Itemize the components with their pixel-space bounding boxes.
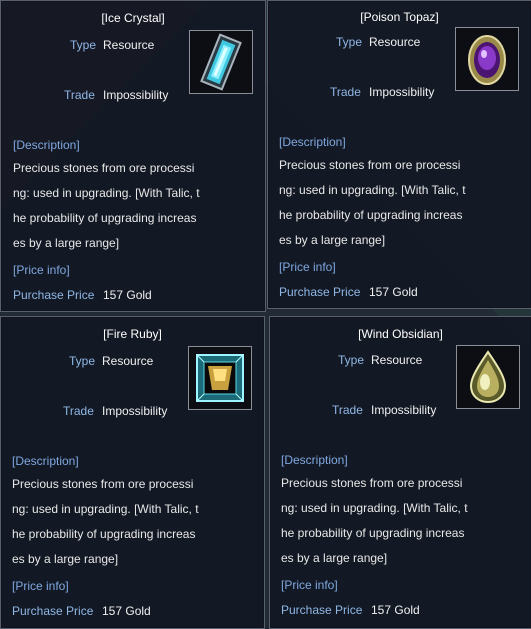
description-line: he probability of upgrading increas (279, 208, 463, 222)
type-value: Resource (102, 354, 154, 368)
item-tooltip-fire-ruby: [Fire Ruby] Type Resource Trade Impossib… (0, 316, 265, 629)
item-tooltip-wind-obsidian: [Wind Obsidian] Type Resource Trade Impo… (269, 316, 531, 629)
description-heading: [Description] (281, 453, 348, 467)
purchase-price-value: 157 Gold (369, 285, 418, 299)
trade-value: Impossibility (369, 85, 435, 99)
purchase-price-label: Purchase Price (13, 288, 95, 302)
type-label: Type (336, 35, 363, 49)
description-line: Precious stones from ore processi (279, 158, 461, 172)
description-text: Precious stones from ore processi ng: use… (279, 153, 466, 253)
description-line: es by a large range] (13, 236, 120, 250)
fire-ruby-icon (188, 346, 252, 410)
purchase-price-label: Purchase Price (279, 285, 361, 299)
type-value: Resource (103, 38, 155, 52)
description-text: Precious stones from ore processi ng: use… (13, 156, 200, 256)
description-line: he probability of upgrading increas (281, 526, 465, 540)
price-info-heading: [Price info] (279, 260, 336, 274)
item-tooltip-poison-topaz: [Poison Topaz] Type Resource Trade Impos… (267, 0, 531, 309)
description-line: es by a large range] (12, 552, 119, 566)
description-heading: [Description] (12, 454, 79, 468)
trade-value: Impossibility (102, 404, 168, 418)
type-value: Resource (371, 353, 423, 367)
description-line: ng: used in upgrading. [With Talic, t (13, 186, 200, 200)
price-info-heading: [Price info] (281, 578, 338, 592)
wind-obsidian-icon (456, 345, 520, 409)
poison-topaz-icon (455, 27, 519, 91)
description-line: he probability of upgrading increas (12, 527, 196, 541)
description-line: ng: used in upgrading. [With Talic, t (12, 502, 199, 516)
item-name: [Ice Crystal] (101, 11, 165, 25)
description-line: ng: used in upgrading. [With Talic, t (281, 501, 468, 515)
item-name: [Wind Obsidian] (358, 327, 443, 341)
description-line: he probability of upgrading increas (13, 211, 197, 225)
type-label: Type (338, 353, 365, 367)
item-name: [Poison Topaz] (360, 10, 439, 24)
type-value: Resource (369, 35, 421, 49)
description-text: Precious stones from ore processi ng: use… (281, 471, 468, 571)
description-heading: [Description] (279, 135, 346, 149)
description-text: Precious stones from ore processi ng: use… (12, 472, 199, 572)
price-info-heading: [Price info] (13, 263, 70, 277)
type-label: Type (69, 354, 96, 368)
description-line: es by a large range] (279, 233, 386, 247)
price-info-heading: [Price info] (12, 579, 69, 593)
purchase-price-value: 157 Gold (371, 603, 420, 617)
trade-label: Trade (64, 88, 95, 102)
trade-label: Trade (330, 85, 361, 99)
ice-crystal-icon (189, 30, 253, 94)
item-name: [Fire Ruby] (103, 327, 162, 341)
purchase-price-value: 157 Gold (102, 604, 151, 618)
item-tooltip-ice-crystal: [Ice Crystal] Type Resource Trade Imposs… (0, 0, 266, 312)
trade-value: Impossibility (103, 88, 169, 102)
description-heading: [Description] (13, 138, 80, 152)
trade-label: Trade (63, 404, 94, 418)
trade-value: Impossibility (371, 403, 437, 417)
description-line: Precious stones from ore processi (12, 477, 194, 491)
description-line: ng: used in upgrading. [With Talic, t (279, 183, 466, 197)
description-line: Precious stones from ore processi (281, 476, 463, 490)
purchase-price-label: Purchase Price (281, 603, 363, 617)
type-label: Type (70, 38, 97, 52)
trade-label: Trade (332, 403, 363, 417)
purchase-price-value: 157 Gold (103, 288, 152, 302)
purchase-price-label: Purchase Price (12, 604, 94, 618)
description-line: Precious stones from ore processi (13, 161, 195, 175)
description-line: es by a large range] (281, 551, 388, 565)
